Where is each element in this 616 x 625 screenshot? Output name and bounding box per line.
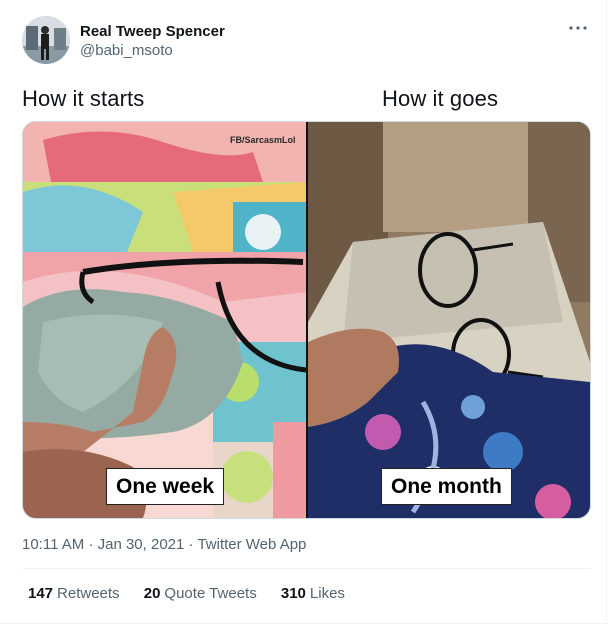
- avatar[interactable]: [22, 16, 70, 64]
- quote-tweets-count: 20: [143, 585, 161, 602]
- caption-left: How it starts: [22, 86, 145, 111]
- divider: [22, 568, 590, 569]
- retweets-stat[interactable]: 147 Retweets: [28, 585, 120, 602]
- likes-count: 310: [280, 585, 306, 602]
- user-handle[interactable]: @babi_msoto: [80, 41, 225, 61]
- author-names: Real Tweep Spencer @babi_msoto: [80, 22, 225, 61]
- quote-tweets-stat[interactable]: 20 Quote Tweets: [144, 585, 257, 602]
- display-name[interactable]: Real Tweep Spencer: [80, 22, 225, 41]
- meme-photo: [23, 122, 590, 518]
- engagement-stats: 147 Retweets 20 Quote Tweets 310 Likes: [28, 585, 365, 602]
- tweet-metadata: 10:11 AM · Jan 30, 2021 · Twitter Web Ap…: [22, 536, 306, 553]
- media-label-left: One week: [106, 468, 225, 505]
- more-horizontal-icon: [569, 26, 587, 30]
- tweet-media[interactable]: FB/SarcasmLol One week One month: [22, 121, 591, 519]
- separator: ·: [88, 536, 94, 553]
- likes-stat[interactable]: 310 Likes: [281, 585, 345, 602]
- retweets-count: 147: [28, 585, 54, 602]
- tweet-date[interactable]: Jan 30, 2021: [98, 536, 185, 553]
- quote-tweets-label: Quote Tweets: [164, 585, 257, 602]
- source-app-link[interactable]: Twitter Web App: [197, 536, 306, 553]
- media-label-right: One month: [381, 468, 512, 505]
- likes-label: Likes: [309, 585, 345, 602]
- caption-right: How it goes: [382, 86, 499, 111]
- more-options-button[interactable]: [566, 18, 590, 38]
- media-watermark: FB/SarcasmLol: [230, 135, 296, 145]
- retweets-label: Retweets: [57, 585, 120, 602]
- tweet-time[interactable]: 10:11 AM: [22, 536, 84, 553]
- avatar-image: [22, 16, 70, 64]
- tweet-header: Real Tweep Spencer @babi_msoto: [22, 16, 592, 68]
